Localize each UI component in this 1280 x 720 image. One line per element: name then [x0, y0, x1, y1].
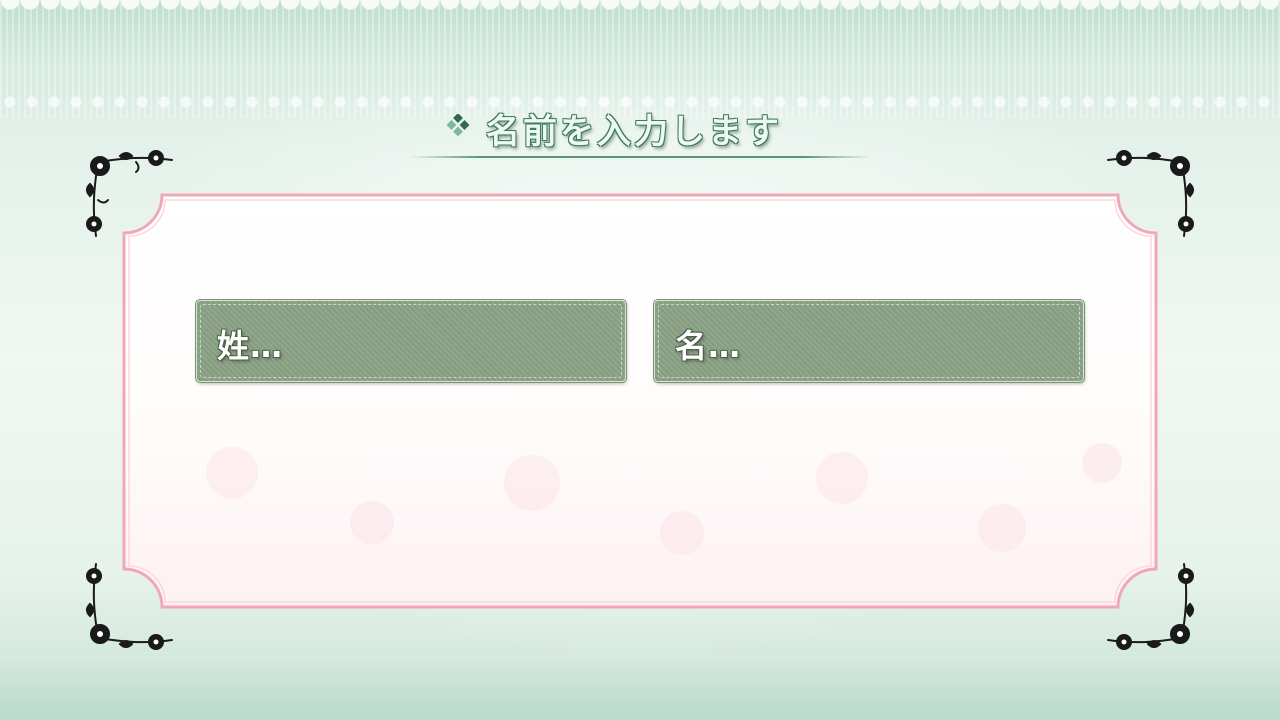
- title-underline: [410, 156, 872, 158]
- surname-field[interactable]: 姓…: [196, 300, 626, 382]
- rose-corner-ornament: [86, 563, 173, 650]
- rose-corner-ornament: [1107, 563, 1194, 650]
- page-title: 名前を入力します: [486, 112, 782, 152]
- bottom-band: [0, 660, 1280, 720]
- given-name-field[interactable]: 名…: [654, 300, 1084, 382]
- title-header: 名前を入力します: [410, 98, 872, 160]
- input-panel: [122, 193, 1158, 609]
- diamond-cluster-icon: [447, 114, 469, 136]
- surname-label: 姓…: [217, 327, 284, 365]
- rose-corner-ornament: [1107, 150, 1194, 237]
- given-name-label: 名…: [675, 327, 742, 365]
- rose-corner-ornament: [86, 150, 173, 237]
